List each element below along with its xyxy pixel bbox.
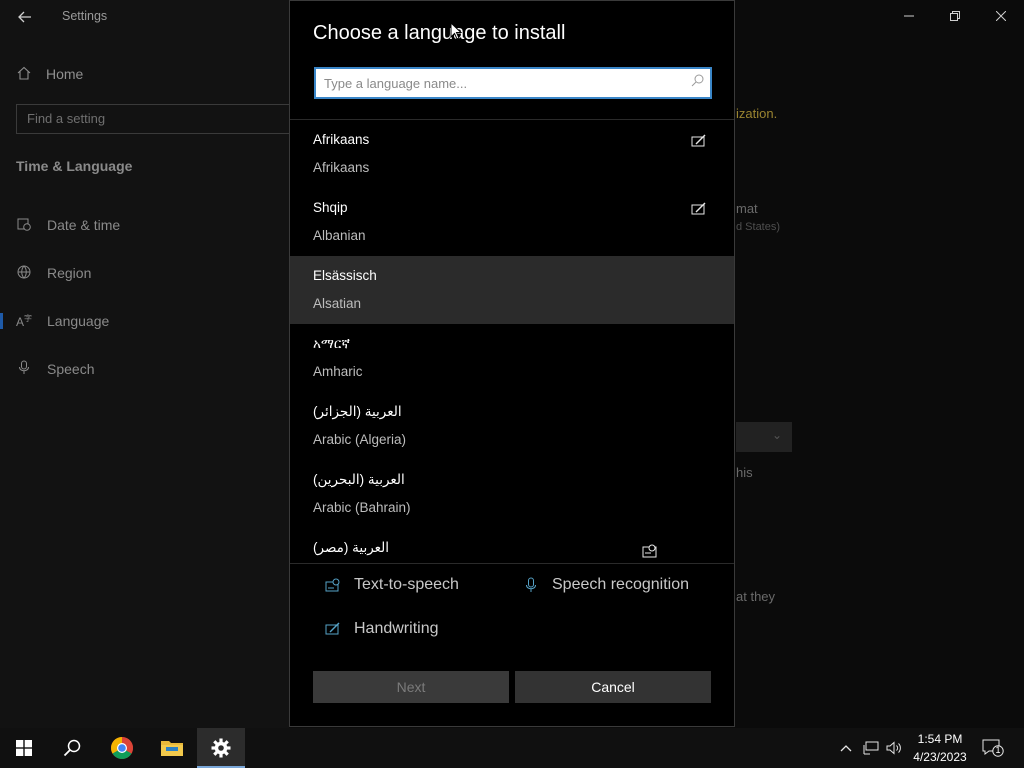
nav-item-language[interactable]: A字 Language	[0, 303, 289, 339]
home-label: Home	[46, 66, 84, 82]
nav-label: Speech	[47, 361, 95, 377]
legend-speech-recognition: Speech recognition	[522, 576, 689, 594]
text-to-speech-icon	[324, 576, 342, 594]
notification-count-badge: 1	[995, 745, 1001, 755]
taskbar: 1:54 PM 4/23/2023 1	[0, 728, 1024, 768]
settings-sidebar: Settings Home Time & Language Date & tim…	[0, 0, 296, 728]
list-divider	[290, 563, 734, 564]
back-arrow-icon[interactable]	[14, 6, 36, 28]
nav-item-region[interactable]: Region	[0, 255, 289, 291]
window-controls	[886, 0, 1024, 32]
clock-date: 4/23/2023	[913, 750, 967, 764]
find-setting-input[interactable]	[27, 111, 267, 126]
nav-item-date-time[interactable]: Date & time	[0, 207, 289, 243]
language-native-name: العربية (مصر)	[313, 540, 390, 555]
search-icon	[63, 739, 81, 757]
handwriting-icon	[691, 202, 707, 216]
microphone-icon	[16, 360, 32, 378]
nav-home[interactable]: Home	[16, 63, 83, 85]
language-english-name: Arabic (Bahrain)	[313, 500, 411, 515]
language-row[interactable]: العربية (الجزائر) Arabic (Algeria)	[290, 392, 734, 460]
handwriting-icon	[324, 620, 342, 638]
language-native-name: العربية (الجزائر)	[313, 404, 402, 419]
legend-label: Handwriting	[354, 620, 439, 637]
language-english-name: Afrikaans	[313, 160, 370, 175]
language-row[interactable]: አማርኛ Amharic	[290, 324, 734, 392]
language-english-name: Albanian	[313, 228, 366, 243]
legend-label: Text-to-speech	[354, 576, 459, 593]
chevron-up-icon[interactable]	[838, 739, 854, 757]
language-native-name: Shqip	[313, 200, 348, 215]
nav-label: Date & time	[47, 217, 121, 233]
action-center-button[interactable]: 1	[982, 739, 1004, 757]
cancel-button[interactable]: Cancel	[515, 671, 711, 703]
file-explorer-taskbar-button[interactable]	[148, 728, 196, 768]
search-taskbar-button[interactable]	[48, 728, 96, 768]
folder-icon	[161, 741, 183, 756]
language-search-input[interactable]	[324, 74, 674, 92]
language-english-name: Arabic (Algeria)	[313, 432, 407, 447]
start-button[interactable]	[0, 728, 48, 768]
language-native-name: العربية (البحرين)	[313, 472, 405, 487]
language-list[interactable]: Afrikaans Afrikaans Shqip Albanian Elsäs…	[290, 120, 734, 562]
text-to-speech-icon	[642, 544, 658, 558]
taskbar-clock[interactable]: 1:54 PM 4/23/2023	[900, 730, 980, 766]
dialog-title: Choose a language to install	[313, 22, 566, 44]
legend-handwriting: Handwriting	[324, 620, 438, 638]
language-search-box[interactable]	[314, 67, 712, 99]
choose-language-dialog: Choose a language to install Afrikaans A…	[289, 0, 735, 727]
mouse-cursor-icon	[450, 21, 463, 45]
chrome-icon	[111, 737, 133, 759]
language-native-name: Afrikaans	[313, 132, 370, 147]
background-text: at they	[736, 589, 776, 604]
language-row[interactable]: Elsässisch Alsatian	[290, 256, 734, 324]
nav-item-speech[interactable]: Speech	[0, 351, 289, 387]
language-row[interactable]: العربية (مصر)	[290, 528, 734, 562]
home-icon	[16, 66, 32, 83]
background-text: his	[736, 465, 753, 480]
chevron-down-icon: ⌄	[771, 428, 782, 442]
language-native-name: Elsässisch	[313, 268, 377, 283]
background-text: d States)	[736, 221, 781, 233]
legend-text-to-speech: Text-to-speech	[324, 576, 459, 594]
background-text: mat	[736, 201, 758, 216]
language-icon: A字	[16, 314, 33, 329]
globe-icon	[16, 265, 32, 282]
next-button[interactable]: Next	[313, 671, 509, 703]
language-english-name: Alsatian	[313, 296, 362, 311]
close-button[interactable]	[978, 0, 1024, 32]
handwriting-icon	[691, 134, 707, 148]
nav-label: Language	[47, 313, 110, 329]
background-dropdown[interactable]: ⌄	[736, 422, 792, 452]
settings-taskbar-button[interactable]	[197, 728, 245, 768]
clock-time: 1:54 PM	[917, 732, 963, 746]
language-row[interactable]: Shqip Albanian	[290, 188, 734, 256]
legend-label: Speech recognition	[552, 576, 689, 593]
nav-label: Region	[47, 265, 92, 281]
restore-button[interactable]	[932, 0, 978, 32]
microphone-icon	[522, 576, 540, 594]
language-row[interactable]: Afrikaans Afrikaans	[290, 120, 734, 188]
language-english-name: Amharic	[313, 364, 363, 379]
search-icon[interactable]	[691, 74, 704, 90]
windows-logo-icon	[16, 740, 32, 756]
background-text: ization.	[736, 106, 778, 121]
chrome-taskbar-button[interactable]	[98, 728, 146, 768]
section-title: Time & Language	[16, 158, 133, 174]
language-row[interactable]: العربية (البحرين) Arabic (Bahrain)	[290, 460, 734, 528]
language-native-name: አማርኛ	[313, 336, 350, 351]
calendar-clock-icon	[16, 217, 32, 234]
find-setting-box[interactable]	[16, 104, 296, 134]
network-icon[interactable]	[862, 739, 880, 757]
app-title: Settings	[62, 9, 108, 23]
minimize-button[interactable]	[886, 0, 932, 32]
gear-icon	[211, 738, 231, 758]
